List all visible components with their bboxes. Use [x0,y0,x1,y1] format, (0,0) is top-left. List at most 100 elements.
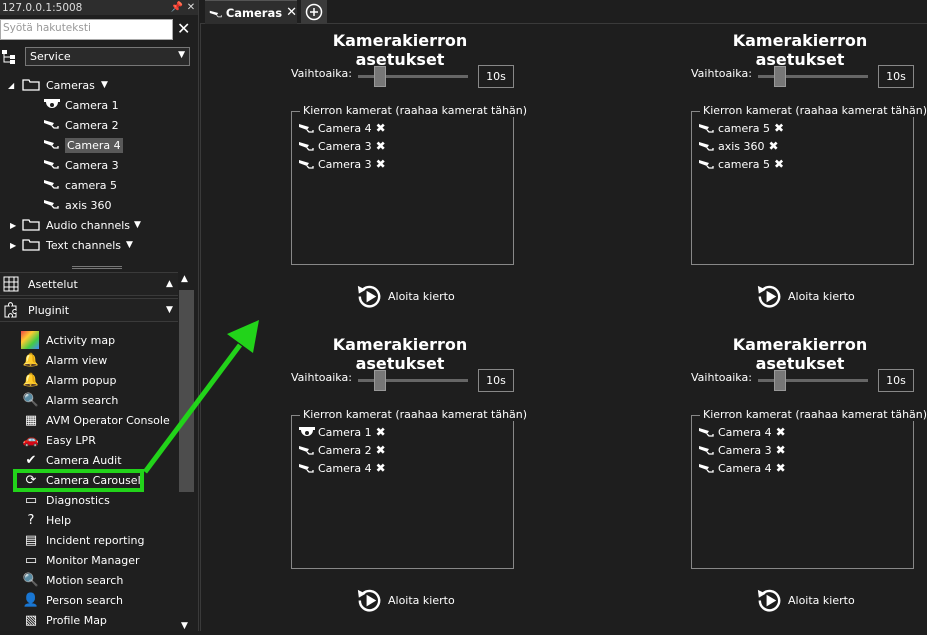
remove-camera-icon[interactable]: ✖ [776,443,786,457]
carousel-camera-dropzone[interactable]: Kierron kamerat (raahaa kamerat tähän) c… [691,104,927,265]
carousel-camera-item[interactable]: axis 360 ✖ [698,137,779,155]
carousel-camera-label: Camera 3 [318,157,372,171]
server-select[interactable]: Service ▼ [25,47,190,66]
collapsed-arrow-icon[interactable]: ▶ [10,221,16,230]
dropzone-label: Kierron kamerat (raahaa kamerat tähän) [700,408,927,421]
start-carousel-button[interactable]: Aloita kierto [354,585,455,616]
scrollbar-thumb[interactable] [179,290,194,492]
tree-camera-item[interactable]: axis 360 [0,195,197,215]
remove-camera-icon[interactable]: ✖ [774,121,784,135]
remove-camera-icon[interactable]: ✖ [769,139,779,153]
remove-camera-icon[interactable]: ✖ [774,157,784,171]
remove-camera-icon[interactable]: ✖ [376,425,386,439]
search-input[interactable]: Syötä hakuteksti [0,19,173,40]
chevron-down-icon[interactable]: ▼ [101,80,108,90]
carousel-camera-item[interactable]: Camera 4 ✖ [298,459,386,477]
plugin-item[interactable]: ▧ Profile Map [0,610,178,630]
tree-camera-item[interactable]: Camera 1 [0,95,197,115]
dome-camera-icon [43,98,63,112]
plugin-item[interactable]: Activity map [0,330,178,350]
interval-slider-thumb[interactable] [374,370,386,391]
plugin-item[interactable]: 🔔 Alarm popup [0,370,178,390]
sidebar-titlebar: 127.0.0.1:5008 📌 ✕ [0,0,198,15]
remove-camera-icon[interactable]: ✖ [376,139,386,153]
interval-slider-thumb[interactable] [774,66,786,87]
plugin-item[interactable]: ? Help [0,510,178,530]
close-icon[interactable]: ✕ [184,2,198,13]
scroll-up-icon[interactable]: ▲ [181,274,188,284]
plugin-scrollbar[interactable]: ▲ ▼ [178,272,195,631]
interval-value[interactable]: 10s [478,369,514,392]
clear-search-icon[interactable]: ✕ [177,19,190,38]
remove-camera-icon[interactable]: ✖ [776,425,786,439]
carousel-camera-dropzone[interactable]: Kierron kamerat (raahaa kamerat tähän) C… [691,408,927,569]
tree-node-cameras[interactable]: ◢ Cameras ▼ [0,75,197,95]
start-carousel-button[interactable]: Aloita kierto [754,281,855,312]
plugin-item[interactable]: 🔍 Motion search [0,570,178,590]
carousel-camera-item[interactable]: Camera 1 ✖ [298,423,386,441]
close-tab-icon[interactable]: ✕ [286,5,297,20]
section-plugins[interactable]: Pluginit ▼ [0,298,178,322]
remove-camera-icon[interactable]: ✖ [376,121,386,135]
tree-camera-item[interactable]: Camera 4 [0,135,197,155]
chevron-down-icon[interactable]: ▼ [126,240,133,250]
plugin-item[interactable]: 🔍 Alarm search [0,390,178,410]
carousel-camera-item[interactable]: camera 5 ✖ [698,119,784,137]
expanded-arrow-icon[interactable]: ◢ [8,81,14,90]
remove-camera-icon[interactable]: ✖ [376,443,386,457]
person-icon: 👤 [22,592,40,608]
section-layouts-label: Asettelut [28,277,78,291]
section-layouts[interactable]: Asettelut ▲ [0,272,178,296]
plugin-item[interactable]: ▦ AVM Operator Console [0,410,178,430]
plugin-label: Diagnostics [46,493,110,507]
tree-camera-item[interactable]: Camera 2 [0,115,197,135]
plugin-item[interactable]: 👤 Person search [0,590,178,610]
pin-icon[interactable]: 📌 [170,2,184,13]
carousel-camera-dropzone[interactable]: Kierron kamerat (raahaa kamerat tähän) C… [291,408,531,569]
interval-slider-thumb[interactable] [374,66,386,87]
collapsed-arrow-icon[interactable]: ▶ [10,241,16,250]
add-tab-button[interactable] [301,0,327,24]
camera-label: Camera 4 [65,137,123,153]
audit-icon: ✔ [25,452,37,468]
carousel-camera-item[interactable]: Camera 4 ✖ [698,459,786,477]
splitter-handle[interactable] [72,266,122,269]
carousel-camera-item[interactable]: Camera 3 ✖ [698,441,786,459]
plugin-item[interactable]: 🔔 Alarm view [0,350,178,370]
tree-node-text[interactable]: ▶ Text channels ▼ [0,235,197,255]
remove-camera-icon[interactable]: ✖ [376,157,386,171]
carousel-camera-item[interactable]: Camera 2 ✖ [298,441,386,459]
tab-cameras[interactable]: Cameras ✕ [205,0,297,24]
carousel-camera-label: camera 5 [718,157,771,171]
remove-camera-icon[interactable]: ✖ [376,461,386,475]
carousel-camera-item[interactable]: Camera 4 ✖ [698,423,786,441]
start-carousel-button[interactable]: Aloita kierto [754,585,855,616]
plugin-item[interactable]: ▭ Monitor Manager [0,550,178,570]
device-tree: ◢ Cameras ▼ Camera 1 Camera 2 Camera 4 Camera … [0,75,197,255]
carousel-camera-item[interactable]: Camera 3 ✖ [298,155,386,173]
chevron-down-icon[interactable]: ▼ [134,220,141,230]
scroll-down-icon[interactable]: ▼ [181,621,188,631]
start-carousel-button[interactable]: Aloita kierto [354,281,455,312]
plus-circle-icon [305,3,323,21]
carousel-camera-item[interactable]: Camera 3 ✖ [298,137,386,155]
carousel-camera-dropzone[interactable]: Kierron kamerat (raahaa kamerat tähän) C… [291,104,531,265]
carousel-camera-item[interactable]: Camera 4 ✖ [298,119,386,137]
camera-icon [43,118,63,132]
carousel-camera-item[interactable]: camera 5 ✖ [698,155,784,173]
interval-value[interactable]: 10s [478,65,514,88]
plugin-item[interactable]: ▤ Incident reporting [0,530,178,550]
tree-node-audio[interactable]: ▶ Audio channels ▼ [0,215,197,235]
tree-view-icon[interactable] [1,49,17,65]
plugin-item[interactable]: 🚗 Easy LPR [0,430,178,450]
plugin-item[interactable]: ▭ Diagnostics [0,490,178,510]
start-carousel-label: Aloita kierto [388,594,455,607]
camera-icon [43,178,63,192]
tree-camera-item[interactable]: Camera 3 [0,155,197,175]
tree-camera-item[interactable]: camera 5 [0,175,197,195]
plugin-item[interactable]: ✔ Camera Audit [0,450,178,470]
interval-value[interactable]: 10s [878,65,914,88]
interval-slider-thumb[interactable] [774,370,786,391]
remove-camera-icon[interactable]: ✖ [776,461,786,475]
interval-value[interactable]: 10s [878,369,914,392]
